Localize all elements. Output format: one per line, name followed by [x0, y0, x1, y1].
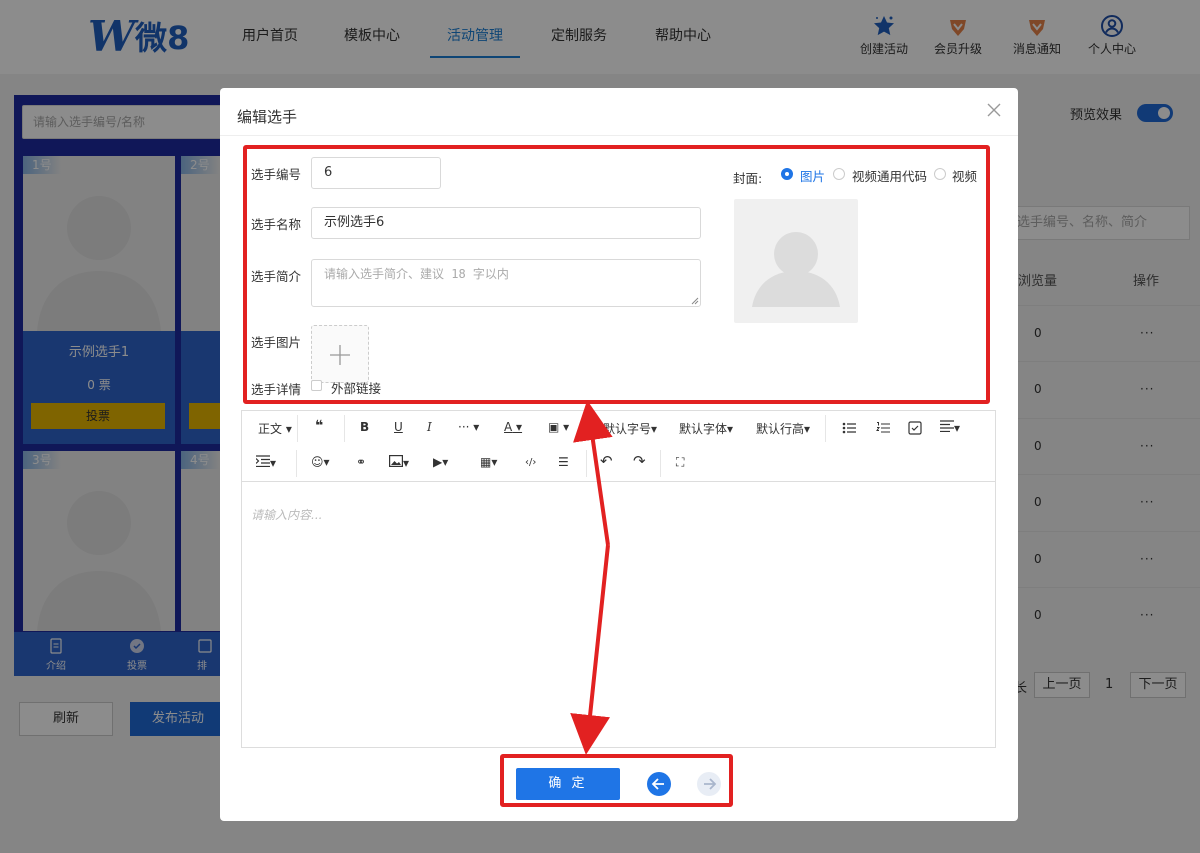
- back-button[interactable]: [647, 772, 671, 796]
- resize-handle-icon[interactable]: [691, 297, 699, 305]
- close-button[interactable]: [984, 100, 1004, 120]
- forward-button[interactable]: [697, 772, 721, 796]
- table-icon: ▦: [480, 455, 492, 469]
- toolbar-divider: [296, 450, 297, 477]
- player-intro-label: 选手简介: [251, 269, 302, 284]
- toolbar-divider: [297, 415, 298, 442]
- toolbar-divider: [660, 450, 661, 477]
- toolbar-divider: [582, 415, 583, 442]
- align-dropdown[interactable]: ▾: [940, 420, 960, 435]
- quote-icon[interactable]: ❝: [315, 418, 323, 434]
- font-color-dropdown[interactable]: A ▾: [504, 420, 522, 434]
- editor-content-placeholder[interactable]: 请输入内容...: [251, 506, 322, 523]
- cover-label: 封面:: [733, 171, 763, 186]
- dialog-header-divider: [220, 135, 1018, 136]
- arrow-right-icon: [704, 778, 717, 790]
- indent-dropdown[interactable]: ▾: [255, 455, 276, 470]
- cover-image-option[interactable]: 图片: [800, 166, 825, 185]
- paragraph-style-dropdown[interactable]: 正文 ▾: [258, 420, 292, 437]
- close-icon: [987, 103, 1001, 117]
- todo-checkbox-icon[interactable]: [908, 421, 922, 435]
- player-detail-label: 选手详情: [251, 382, 302, 397]
- toolbar-divider: [344, 415, 345, 442]
- plus-icon: [330, 345, 350, 365]
- italic-icon[interactable]: I: [427, 420, 432, 434]
- redo-icon[interactable]: ↷: [633, 452, 646, 470]
- divider-line-icon[interactable]: ☰: [558, 455, 569, 469]
- player-number-label: 选手编号: [251, 167, 302, 182]
- editor-toolbar-divider: [242, 481, 995, 482]
- player-image-label: 选手图片: [251, 335, 302, 350]
- undo-icon[interactable]: ↶: [600, 452, 613, 470]
- emoji-icon: ☺: [311, 455, 324, 469]
- line-height-dropdown[interactable]: 默认行高▾: [756, 420, 810, 437]
- align-icon: [940, 420, 954, 433]
- external-link-checkbox[interactable]: [311, 380, 322, 391]
- indent-icon: [255, 455, 270, 468]
- more-format-dropdown[interactable]: ··· ▾: [458, 420, 479, 434]
- cover-video-code-radio[interactable]: [833, 168, 845, 180]
- numbered-list-icon[interactable]: [876, 421, 890, 435]
- avatar-placeholder-icon: [752, 232, 840, 307]
- cover-video-radio[interactable]: [934, 168, 946, 180]
- table-dropdown[interactable]: ▦▾: [480, 455, 497, 469]
- video-icon: ▶: [433, 455, 443, 469]
- external-link-label: 外部链接: [331, 381, 382, 396]
- cover-preview: [734, 199, 858, 323]
- toolbar-divider: [586, 450, 587, 477]
- arrow-left-icon: [651, 778, 664, 790]
- bullet-list-icon[interactable]: [842, 421, 856, 435]
- bold-icon[interactable]: B: [360, 420, 369, 434]
- player-name-label: 选手名称: [251, 217, 302, 232]
- image-icon: [389, 455, 404, 468]
- emoji-dropdown[interactable]: ☺▾: [311, 455, 330, 469]
- edit-player-dialog: 编辑选手 选手编号 6 选手名称 示例选手6 选手简介 请输入选手简介、建议 1…: [220, 88, 1018, 821]
- image-upload-button[interactable]: [311, 325, 369, 383]
- fullscreen-icon[interactable]: ⛶: [676, 455, 684, 470]
- underline-icon[interactable]: U: [394, 420, 403, 434]
- editor-toolbar-row: ▾ ☺▾ ⚭ ▾ ▶▾ ▦▾ ‹/› ☰ ↶ ↷ ⛶: [242, 446, 995, 481]
- cover-video-code-option[interactable]: 视频通用代码: [852, 166, 927, 185]
- player-intro-textarea[interactable]: 请输入选手简介、建议 18 字以内: [311, 259, 701, 307]
- player-number-input[interactable]: 6: [311, 157, 441, 189]
- cover-image-radio[interactable]: [781, 168, 793, 180]
- link-icon[interactable]: ⚭: [356, 455, 366, 469]
- font-family-dropdown[interactable]: 默认字体▾: [679, 420, 733, 437]
- toolbar-divider: [825, 415, 826, 442]
- image-dropdown[interactable]: ▾: [389, 455, 409, 470]
- font-size-dropdown[interactable]: 默认字号▾: [603, 420, 657, 437]
- dialog-title: 编辑选手: [237, 108, 298, 126]
- player-name-input[interactable]: 示例选手6: [311, 207, 701, 239]
- code-icon[interactable]: ‹/›: [525, 457, 536, 468]
- confirm-button[interactable]: 确 定: [516, 768, 620, 800]
- cover-video-option[interactable]: 视频: [952, 166, 977, 185]
- rich-text-editor: 正文 ▾ ❝ B U I ··· ▾ A ▾ ▣ ▾ 默认字号▾ 默认字体▾ 默…: [241, 410, 996, 748]
- video-dropdown[interactable]: ▶▾: [433, 455, 448, 469]
- editor-toolbar-row: 正文 ▾ ❝ B U I ··· ▾ A ▾ ▣ ▾ 默认字号▾ 默认字体▾ 默…: [242, 411, 995, 446]
- background-color-dropdown[interactable]: ▣ ▾: [548, 420, 569, 434]
